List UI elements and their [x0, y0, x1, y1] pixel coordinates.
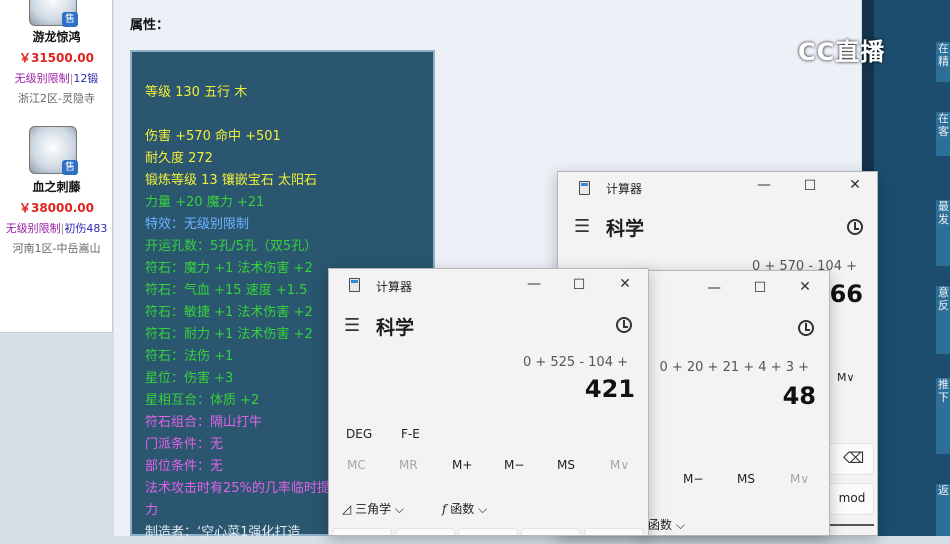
close-icon[interactable]: ✕ [615, 276, 635, 292]
key-button[interactable] [521, 528, 581, 535]
weapon-icon[interactable]: 售 [29, 0, 78, 27]
trigonometry-menu[interactable]: ◿ 三角学 ⌵ [342, 500, 404, 517]
attribute-line: 等级 130 五行 木 [145, 85, 248, 100]
item-price: ￥31500.00 [18, 51, 94, 65]
history-icon[interactable] [798, 320, 814, 336]
memory-subtract-key[interactable]: M− [504, 458, 524, 472]
function-icon: f [442, 502, 447, 516]
close-icon[interactable]: ✕ [845, 177, 865, 193]
minimize-icon[interactable]: — [524, 276, 544, 292]
stream-watermark-logo: CC直播 [798, 38, 886, 66]
item-name[interactable]: 血之刺藤 [0, 178, 113, 195]
functions-label: 函数 [648, 518, 673, 532]
calculator-app-icon [579, 181, 590, 195]
functions-menu[interactable]: f 函数 ⌵ [442, 500, 487, 517]
memory-add-key[interactable]: M+ [452, 458, 472, 472]
deg-toggle[interactable]: DEG [346, 427, 372, 441]
menu-icon[interactable]: ☰ [574, 216, 590, 237]
memory-list-key[interactable]: M∨ [837, 371, 855, 384]
key-button[interactable] [395, 528, 455, 535]
chevron-down-icon: ⌵ [478, 502, 488, 516]
mod-label: mod [838, 491, 866, 505]
attribute-line: 伤害 +570 命中 +501 [145, 129, 281, 144]
triangle-icon: ◿ [342, 502, 352, 516]
attribute-line: 力量 +20 魔力 +21 [145, 195, 265, 210]
side-tab[interactable]: 最 发 [936, 200, 950, 266]
functions-label: 函数 [450, 502, 475, 516]
expression-display: 0 + 20 + 21 + 4 + 3 + [659, 360, 809, 375]
history-icon[interactable] [616, 317, 632, 333]
maximize-icon[interactable]: ☐ [569, 277, 589, 293]
attributes-heading: 属性： [130, 18, 170, 33]
history-icon[interactable] [847, 219, 863, 235]
calculator-window-front[interactable]: 计算器 — ☐ ✕ ☰ 科学 0 + 525 - 104 + 421 DEG F… [328, 268, 649, 536]
expression-display: 0 + 525 - 104 + [522, 355, 628, 370]
item-server: 浙江2区-灵隐寺 [18, 92, 95, 105]
side-tab[interactable]: 意 反 [936, 286, 950, 354]
maximize-icon[interactable]: ☐ [800, 178, 820, 194]
fe-toggle[interactable]: F-E [401, 427, 420, 441]
item-extra: 初伤483 [64, 222, 108, 235]
chevron-down-icon: ⌵ [675, 518, 685, 532]
restriction-text: 无级别限制 [5, 222, 61, 235]
title-bar[interactable]: 计算器 — ☐ ✕ [329, 269, 648, 301]
memory-store-key[interactable]: MS [737, 472, 755, 486]
window-title: 计算器 [606, 182, 643, 196]
result-display: 48 [782, 382, 816, 410]
key-button[interactable] [584, 528, 644, 535]
memory-list-key[interactable]: M∨ [790, 472, 809, 486]
side-tab[interactable]: 在 客 [936, 112, 950, 156]
whip-icon[interactable]: 售 [29, 126, 78, 175]
line-spacer [145, 104, 421, 126]
close-icon[interactable]: ✕ [795, 279, 815, 295]
result-display: 421 [584, 375, 635, 403]
chevron-down-icon: ⌵ [394, 502, 405, 516]
attribute-line: 特效：无级别限制 [145, 217, 250, 232]
title-bar[interactable]: 计算器 — ☐ ✕ [558, 172, 877, 204]
item-restriction: 无级别限制|12锻 [14, 72, 99, 85]
functions-menu[interactable]: 函数 ⌵ [648, 516, 685, 533]
minimize-icon[interactable]: — [704, 280, 724, 296]
item-extra: 12锻 [73, 72, 99, 85]
attribute-line: 锻炼等级 13 镶嵌宝石 太阳石 [145, 173, 317, 188]
window-title: 计算器 [376, 280, 413, 294]
memory-subtract-key[interactable]: M− [683, 472, 703, 486]
backspace-button[interactable]: ⌫ [828, 443, 874, 475]
mode-title: 科学 [606, 218, 645, 240]
item-sidebar: 售 游龙惊鸿 ￥31500.00 无级别限制|12锻 浙江2区-灵隐寺 售 血之… [0, 0, 113, 333]
menu-icon[interactable]: ☰ [344, 315, 360, 336]
key-button[interactable] [332, 528, 392, 535]
trigonometry-label: 三角学 [355, 502, 392, 516]
maximize-icon[interactable]: ☐ [750, 280, 770, 296]
restriction-text: 无级别限制 [14, 72, 70, 85]
calculator-app-icon [349, 278, 360, 292]
backspace-icon: ⌫ [843, 449, 865, 467]
minimize-icon[interactable]: — [754, 177, 774, 193]
attribute-line: 耐久度 272 [145, 151, 213, 166]
memory-recall-key[interactable]: MR [399, 458, 418, 472]
side-tab[interactable]: 推 下 [936, 378, 950, 454]
side-tab[interactable]: 在 精 [936, 42, 950, 82]
sale-badge: 售 [62, 12, 78, 27]
division-key-fragment[interactable] [828, 524, 874, 532]
side-tab[interactable]: 返 [936, 484, 950, 536]
memory-list-key[interactable]: M∨ [610, 458, 629, 472]
mode-title: 科学 [376, 317, 415, 339]
item-name[interactable]: 游龙惊鸿 [0, 28, 113, 45]
item-restriction: 无级别限制|初伤483 [5, 222, 108, 235]
memory-clear-key[interactable]: MC [347, 458, 366, 472]
memory-store-key[interactable]: MS [557, 458, 575, 472]
key-button[interactable] [458, 528, 518, 535]
calculator-window-mid[interactable]: — ☐ ✕ 0 + 20 + 21 + 4 + 3 + 48 M− MS M∨ … [640, 270, 830, 536]
sale-badge: 售 [62, 160, 78, 175]
mod-button[interactable]: mod [828, 483, 874, 515]
attribute-line: 开运孔数：5孔/5孔（双5孔） [145, 239, 318, 254]
item-price: ￥38000.00 [18, 201, 94, 215]
item-server: 河南1区-中岳嵩山 [12, 242, 101, 255]
